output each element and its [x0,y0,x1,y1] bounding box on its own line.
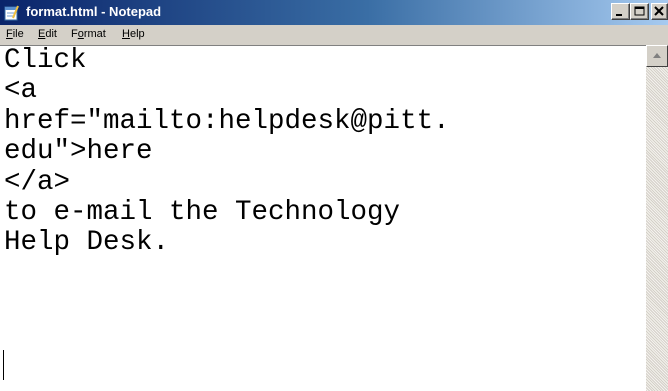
menu-help-label: elp [129,28,145,40]
menu-help[interactable]: Help [122,28,145,40]
title-bar[interactable]: format.html - Notepad [0,0,668,25]
text-caret [3,350,4,380]
document-text[interactable]: Click <a href="mailto:helpdesk@pitt. edu… [2,46,644,390]
maximize-icon [634,6,645,16]
menu-file-accel: F [6,28,13,40]
menu-file[interactable]: File [6,28,24,40]
menu-help-accel: H [122,28,130,40]
vertical-scrollbar[interactable] [646,45,668,391]
text-editor[interactable]: Click <a href="mailto:helpdesk@pitt. edu… [0,45,668,391]
menu-format-pre: F [71,28,78,40]
close-button[interactable] [651,3,668,20]
minimize-button[interactable] [611,3,630,20]
scroll-up-button[interactable] [646,45,668,67]
menu-format-label: rmat [83,28,106,40]
menu-file-label: ile [12,28,24,40]
arrow-up-icon [653,53,661,58]
minimize-icon [616,14,622,16]
menu-edit[interactable]: Edit [38,28,57,40]
menu-format[interactable]: Format [71,28,106,40]
maximize-button[interactable] [630,3,649,20]
notepad-icon[interactable] [3,4,20,21]
window-title: format.html - Notepad [26,4,162,19]
close-icon [654,6,664,16]
menu-edit-label: dit [45,28,57,40]
menu-bar: File Edit Format Help [0,25,668,45]
